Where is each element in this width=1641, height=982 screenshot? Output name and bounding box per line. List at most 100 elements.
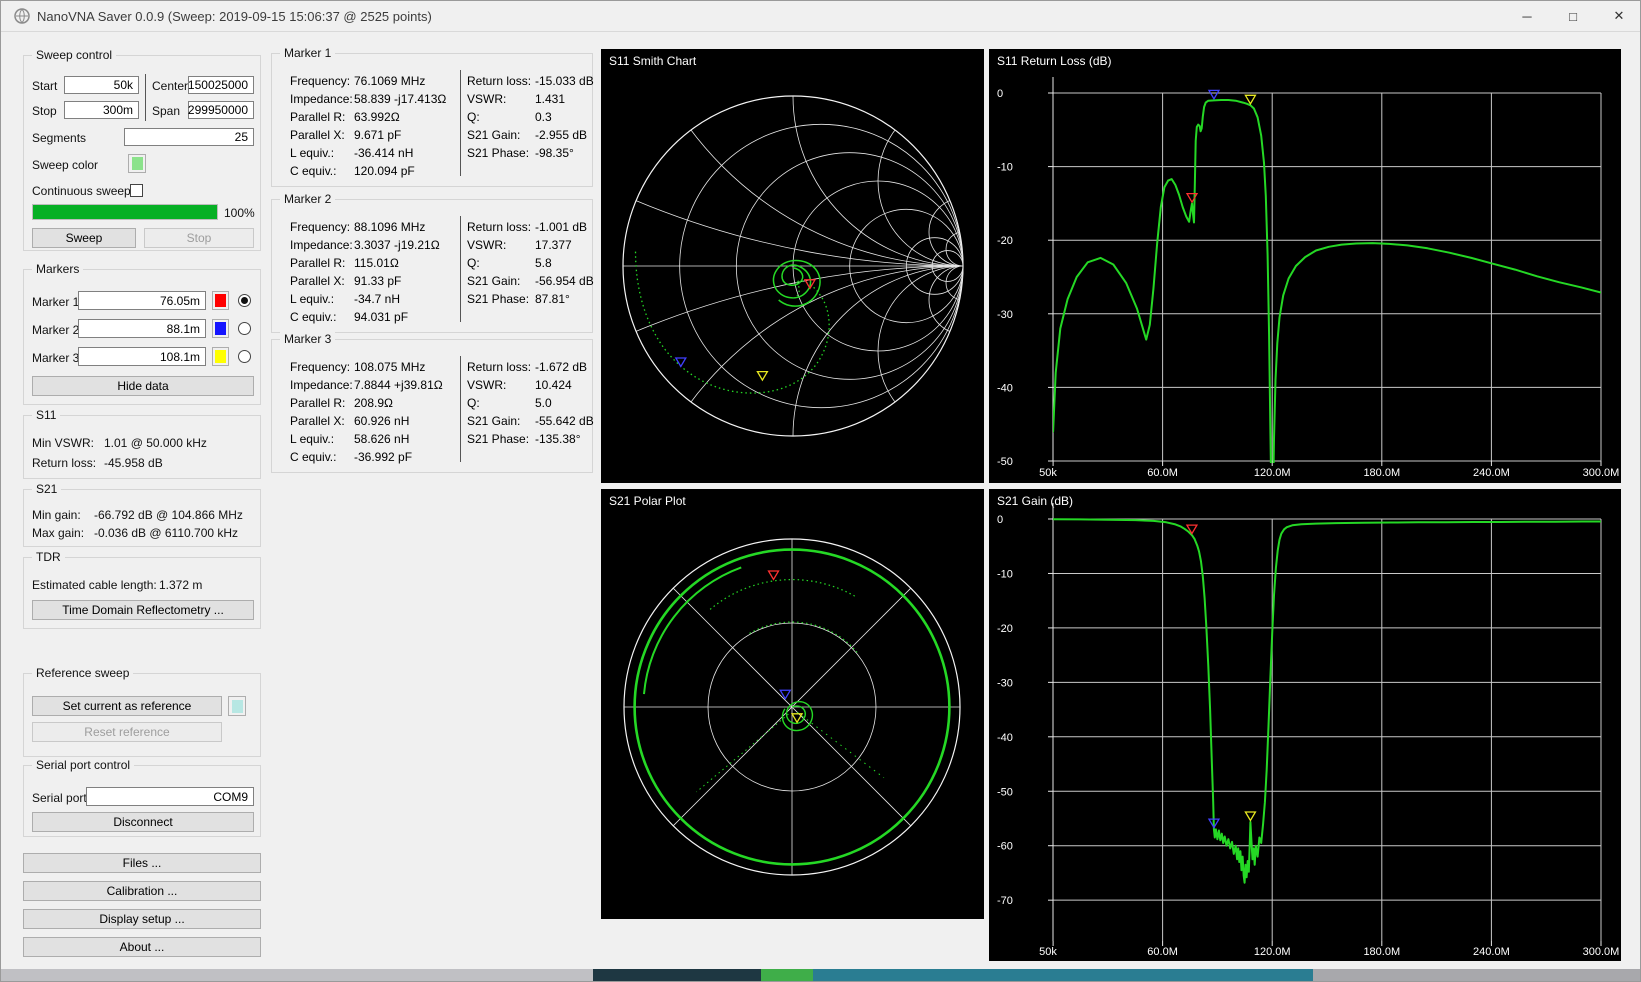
detail-value: 87.81° — [535, 292, 570, 306]
detail-value: 58.626 nH — [354, 432, 410, 446]
y-tick-label: -10 — [997, 162, 1013, 174]
chart-title: S11 Return Loss (dB) — [997, 54, 1112, 68]
detail-label: S21 Gain: — [467, 274, 521, 288]
application-window: NanoVNA Saver 0.0.9 (Sweep: 2019-09-15 1… — [0, 0, 1641, 982]
s11-stats-title: S11 — [32, 408, 61, 422]
minimize-button[interactable]: ─ — [1504, 1, 1550, 31]
marker-2-input[interactable]: 88.1m — [78, 319, 206, 338]
sweep-color-swatch[interactable] — [128, 154, 146, 173]
sweep-button[interactable]: Sweep — [32, 228, 136, 248]
s11-stats-group: S11 Min VSWR: 1.01 @ 50.000 kHz Return lo… — [23, 408, 261, 479]
detail-label: VSWR: — [467, 238, 507, 252]
smith-grid — [928, 265, 963, 335]
span-input[interactable]: 299950000 — [188, 101, 254, 119]
marker-triangle[interactable] — [1244, 811, 1257, 822]
y-tick-label: -30 — [997, 677, 1013, 689]
hide-data-button[interactable]: Hide data — [32, 376, 254, 396]
maximize-button[interactable]: □ — [1550, 1, 1596, 31]
center-input[interactable]: 150025000 — [188, 76, 254, 94]
detail-row: Impedance:58.839 -j17.413Ω — [290, 90, 446, 108]
detail-label: Impedance: — [290, 238, 353, 252]
detail-value: 58.839 -j17.413Ω — [354, 92, 447, 106]
marker-1-color-swatch[interactable] — [212, 291, 229, 310]
detail-value: 94.031 pF — [354, 310, 409, 324]
stop-label: Stop — [32, 104, 57, 118]
marker-triangle[interactable] — [1207, 89, 1221, 101]
calibration-button[interactable]: Calibration ... — [23, 881, 261, 901]
sweep-color-fill — [131, 157, 143, 170]
start-input[interactable]: 50k — [64, 76, 139, 94]
s21-polar-plot-chart[interactable]: S21 Polar Plot — [601, 489, 984, 919]
smith-grid — [877, 96, 963, 267]
y-tick-label: -60 — [997, 841, 1013, 853]
s11-smith-chart[interactable]: S11 Smith Chart — [601, 49, 984, 483]
close-button[interactable]: ✕ — [1596, 1, 1640, 31]
sweep-progress-bar — [32, 204, 218, 220]
detail-label: Parallel R: — [290, 110, 346, 124]
continuous-sweep-checkbox[interactable] — [130, 184, 143, 197]
marker-1-input[interactable]: 76.05m — [78, 291, 206, 310]
serial-port-label: Serial port — [32, 791, 87, 805]
stop-button[interactable]: Stop — [144, 228, 254, 248]
detail-row: Return loss: -1.001 dB — [467, 218, 594, 236]
disconnect-button[interactable]: Disconnect — [32, 812, 254, 832]
marker-3-input[interactable]: 108.1m — [78, 347, 206, 366]
taskbar-segment — [761, 969, 813, 981]
detail-row: S21 Phase: -135.38° — [467, 430, 594, 448]
s11-return-loss-chart[interactable]: 0 -10 -20 -30 -40 -50 50k 60.0M 120.0M 180.0M 240.… — [989, 49, 1621, 483]
detail-label: Return loss: — [467, 220, 532, 234]
marker-3-radio[interactable] — [238, 350, 251, 363]
marker-3-color-swatch[interactable] — [212, 347, 229, 366]
stop-input[interactable]: 300m — [64, 101, 139, 119]
detail-value: 76.1069 MHz — [354, 74, 426, 88]
reference-color-swatch[interactable] — [228, 696, 246, 716]
marker-2-left-column: Frequency: 88.1096 MHz Impedance:3.3037 -j… — [290, 218, 440, 326]
detail-row: Return loss: -1.672 dB — [467, 358, 594, 376]
detail-value: -56.954 dB — [535, 274, 594, 288]
polar-trace — [710, 580, 856, 610]
detail-value: 17.377 — [535, 238, 572, 252]
detail-row: Return loss: -15.033 dB — [467, 72, 594, 90]
marker-2-radio[interactable] — [238, 322, 251, 335]
cable-length-value: 1.372 m — [159, 578, 203, 592]
s21-gain-chart[interactable]: 0 -10 -20 -30 -40 -50 -60 -70 50k 60.0M 120.0M 180.… — [989, 489, 1621, 961]
marker-1-radio[interactable] — [238, 294, 251, 307]
segments-input[interactable]: 25 — [124, 128, 254, 146]
x-tick-label: 240.0M — [1473, 946, 1510, 958]
detail-label: L equiv.: — [290, 292, 335, 306]
detail-label: Q: — [467, 110, 480, 124]
y-tick-label: -50 — [997, 786, 1013, 798]
detail-label: Q: — [467, 396, 480, 410]
marker-3-color-fill — [215, 350, 226, 363]
detail-row: S21 Gain: -2.955 dB — [467, 126, 594, 144]
reset-reference-button[interactable]: Reset reference — [32, 722, 222, 742]
x-tick-label: 300.0M — [1583, 467, 1620, 479]
about-button[interactable]: About ... — [23, 937, 261, 957]
marker-2-color-swatch[interactable] — [212, 319, 229, 338]
x-tick-label: 120.0M — [1254, 467, 1291, 479]
detail-label: Parallel R: — [290, 256, 346, 270]
set-reference-button[interactable]: Set current as reference — [32, 696, 222, 716]
marker-triangle[interactable] — [767, 570, 780, 581]
marker-triangle[interactable] — [756, 370, 769, 382]
s11-min-vswr-label: Min VSWR: — [32, 436, 95, 450]
detail-label: C equiv.: — [290, 164, 337, 178]
detail-value: -36.992 pF — [354, 450, 413, 464]
detail-row: L equiv.: -34.7 nH — [290, 290, 440, 308]
detail-label: L equiv.: — [290, 432, 335, 446]
detail-label: Q: — [467, 256, 480, 270]
marker-triangle[interactable] — [1244, 94, 1257, 106]
marker-triangle[interactable] — [790, 713, 804, 724]
marker-2-color-fill — [215, 322, 226, 335]
gain-canvas: 0 -10 -20 -30 -40 -50 -60 -70 50k 60.0M 120.0M 180.… — [997, 494, 1619, 958]
center-label: Center — [152, 79, 189, 93]
serial-port-input[interactable]: COM9 — [86, 787, 254, 806]
files-button[interactable]: Files ... — [23, 853, 261, 873]
x-tick-label: 60.0M — [1147, 467, 1178, 479]
tdr-button[interactable]: Time Domain Reflectometry ... — [32, 600, 254, 620]
detail-label: Parallel X: — [290, 128, 345, 142]
taskbar-segment — [1313, 969, 1640, 981]
marker-triangle[interactable] — [779, 689, 792, 701]
s21-max-gain-label: Max gain: — [32, 526, 85, 540]
display-setup-button[interactable]: Display setup ... — [23, 909, 261, 929]
